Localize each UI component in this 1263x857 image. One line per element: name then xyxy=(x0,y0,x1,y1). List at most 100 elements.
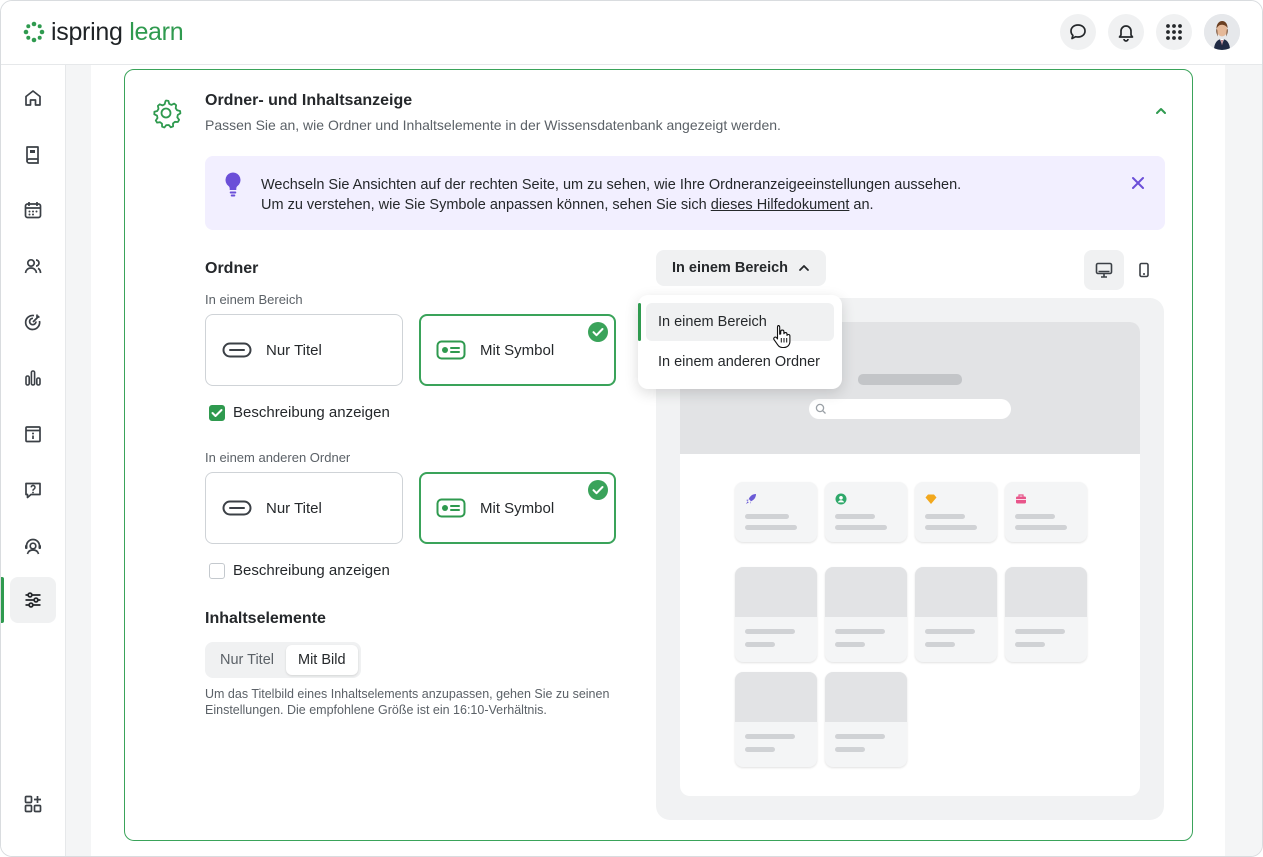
avatar-image xyxy=(1204,14,1240,50)
preview-content-card xyxy=(735,567,817,662)
preview-line xyxy=(925,629,975,634)
with-symbol-icon xyxy=(436,498,466,518)
folder-show-description-row[interactable]: Beschreibung anzeigen xyxy=(209,562,390,579)
user-avatar[interactable] xyxy=(1204,14,1240,50)
apps-button[interactable] xyxy=(1156,14,1192,50)
info-line-2-text: Um zu verstehen, wie Sie Symbole anpasse… xyxy=(261,197,711,213)
with-symbol-icon xyxy=(436,340,466,360)
apps-grid-icon xyxy=(1166,24,1182,40)
folder-show-description-checkbox[interactable] xyxy=(209,562,225,579)
preview-line xyxy=(745,642,775,647)
preview-line xyxy=(925,514,965,519)
view-dropdown[interactable]: In einem Bereich xyxy=(656,250,827,286)
notifications-button[interactable] xyxy=(1108,14,1144,50)
chevron-up-icon[interactable] xyxy=(1154,106,1168,116)
preview-content-card xyxy=(825,567,907,662)
book-icon xyxy=(26,146,39,164)
folders-section-title: Ordner xyxy=(205,260,259,277)
chat-button[interactable] xyxy=(1060,14,1096,50)
folder-title-only-option[interactable]: Nur Titel xyxy=(205,472,403,544)
area-show-description-checkbox[interactable] xyxy=(209,404,225,421)
info-board-icon xyxy=(25,426,41,443)
menu-item-in-one-area[interactable]: In einem Bereich xyxy=(638,303,834,341)
logo-text-learn: learn xyxy=(129,18,184,46)
title-only-icon xyxy=(222,500,252,516)
option-label: Mit Symbol xyxy=(480,341,555,359)
hand-cursor-icon xyxy=(773,324,791,349)
sidebar-item-home[interactable] xyxy=(10,75,56,121)
chat-icon xyxy=(1070,24,1086,40)
chevron-up-icon xyxy=(799,265,809,271)
mobile-icon xyxy=(1139,262,1149,278)
desktop-icon xyxy=(1095,262,1113,278)
preview-line xyxy=(925,642,955,647)
preview-folder-card xyxy=(1005,482,1087,542)
area-with-symbol-option[interactable]: Mit Symbol xyxy=(419,314,616,386)
preview-line xyxy=(745,525,797,530)
desktop-view-button[interactable] xyxy=(1084,250,1124,290)
preview-line xyxy=(745,514,789,519)
view-dropdown-menu: In einem Bereich In einem anderen Ordner xyxy=(638,295,842,389)
content-items-toggle: Nur Titel Mit Bild xyxy=(205,642,361,678)
preview-line xyxy=(1015,514,1055,519)
mobile-view-button[interactable] xyxy=(1124,250,1164,290)
preview-line xyxy=(925,525,977,530)
area-title-only-option[interactable]: Nur Titel xyxy=(205,314,403,386)
preview-line xyxy=(835,525,887,530)
sidebar-item-reports[interactable] xyxy=(10,355,56,401)
add-widgets-icon xyxy=(24,795,42,813)
help-document-link[interactable]: dieses Hilfedokument xyxy=(711,197,850,213)
info-banner: Wechseln Sie Ansichten auf der rechten S… xyxy=(205,156,1165,230)
logo-mark-icon xyxy=(23,21,45,43)
sidebar-item-calendar[interactable] xyxy=(10,187,56,233)
sidebar-item-help[interactable] xyxy=(10,467,56,513)
sidebar-item-supervisor[interactable] xyxy=(10,523,56,569)
calendar-icon xyxy=(24,202,42,219)
sidebar-item-goals[interactable] xyxy=(10,299,56,345)
preview-title-bar xyxy=(858,374,962,385)
preview-line xyxy=(835,642,865,647)
users-icon xyxy=(24,258,42,274)
gear-icon xyxy=(153,99,182,129)
sidebar-item-library[interactable] xyxy=(10,131,56,177)
preview-content-card xyxy=(735,672,817,767)
preview-line xyxy=(835,514,875,519)
in-other-folder-label: In einem anderen Ordner xyxy=(205,450,351,465)
preview-line xyxy=(835,747,865,752)
support-agent-icon xyxy=(25,538,41,555)
tab-title-only[interactable]: Nur Titel xyxy=(208,645,286,675)
preview-folder-card xyxy=(915,482,997,542)
area-show-description-row[interactable]: Beschreibung anzeigen xyxy=(209,404,390,421)
checkbox-label: Beschreibung anzeigen xyxy=(233,404,390,421)
menu-item-in-other-folder[interactable]: In einem anderen Ordner xyxy=(646,343,834,381)
sidebar-item-info-board[interactable] xyxy=(10,411,56,457)
top-bar: ispring learn xyxy=(1,1,1262,65)
preview-line xyxy=(745,629,795,634)
sidebar xyxy=(1,65,66,856)
check-circle-icon xyxy=(588,322,608,342)
close-icon[interactable] xyxy=(1131,176,1145,190)
info-line-1: Wechseln Sie Ansichten auf der rechten S… xyxy=(261,177,962,193)
search-icon xyxy=(815,403,826,414)
rocket-icon xyxy=(746,494,756,504)
sidebar-item-users[interactable] xyxy=(10,243,56,289)
sidebar-item-settings[interactable] xyxy=(1,577,56,623)
sidebar-item-add-apps[interactable] xyxy=(10,781,56,827)
preview-content-card xyxy=(915,567,997,662)
content-items-section-title: Inhaltselemente xyxy=(205,610,326,627)
ispring-learn-logo[interactable]: ispring learn xyxy=(23,18,184,46)
sliders-icon xyxy=(25,592,41,608)
app-window: ispring learn Ordner- und Inhaltsanzeige… xyxy=(0,0,1263,857)
home-icon xyxy=(25,90,41,106)
folder-with-symbol-option[interactable]: Mit Symbol xyxy=(419,472,616,544)
question-icon xyxy=(25,482,41,499)
option-label: Nur Titel xyxy=(266,341,322,359)
tab-with-image[interactable]: Mit Bild xyxy=(286,645,358,675)
preview-folder-card xyxy=(825,482,907,542)
bar-chart-icon xyxy=(25,370,41,386)
content-items-hint: Um das Titelbild eines Inhaltselements a… xyxy=(205,687,610,717)
preview-line xyxy=(1015,525,1067,530)
info-line-2: Um zu verstehen, wie Sie Symbole anpasse… xyxy=(261,195,961,215)
preview-line xyxy=(835,629,885,634)
preview-folder-card xyxy=(735,482,817,542)
